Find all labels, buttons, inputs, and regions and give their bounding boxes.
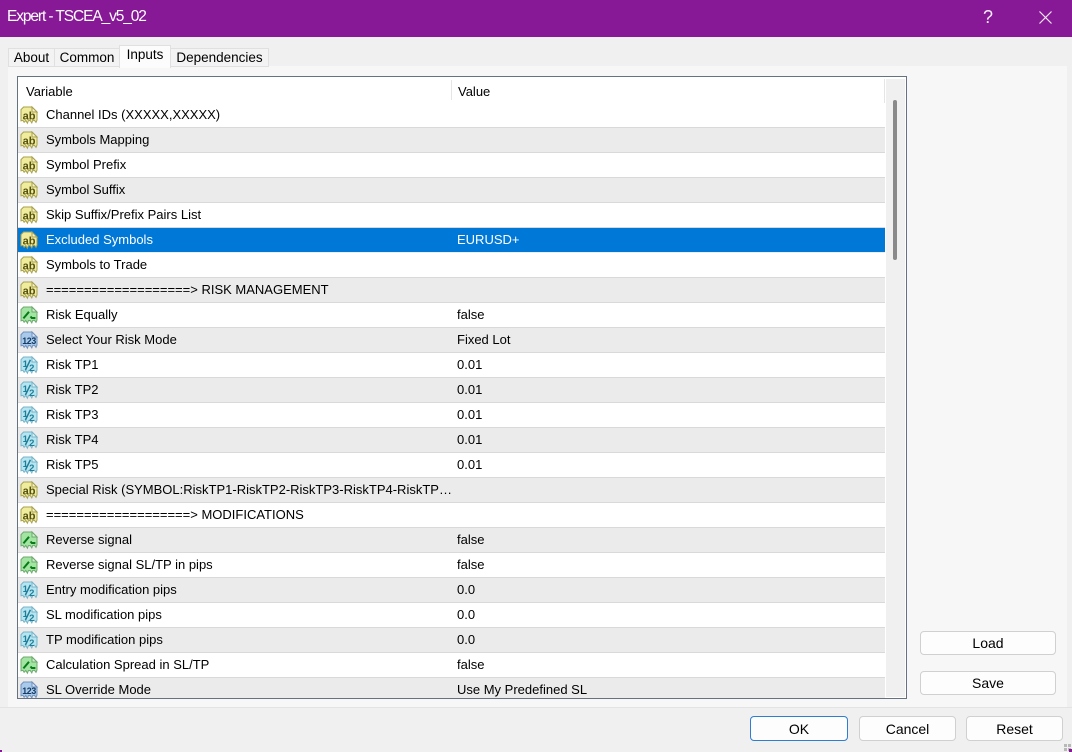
svg-text:ab: ab (23, 110, 36, 122)
svg-text:2: 2 (29, 638, 34, 649)
svg-text:2: 2 (29, 613, 34, 624)
svg-text:ab: ab (23, 285, 36, 297)
svg-text:2: 2 (29, 363, 34, 374)
svg-text:123: 123 (22, 686, 36, 696)
svg-text:ab: ab (23, 135, 36, 147)
svg-text:ab: ab (23, 235, 36, 247)
svg-text:2: 2 (29, 413, 34, 424)
svg-text:2: 2 (29, 463, 34, 474)
svg-text:ab: ab (23, 260, 36, 272)
svg-text:ab: ab (23, 160, 36, 172)
svg-text:123: 123 (22, 336, 36, 346)
svg-text:ab: ab (23, 510, 36, 522)
svg-text:2: 2 (29, 438, 34, 449)
svg-text:ab: ab (23, 485, 36, 497)
svg-text:ab: ab (23, 185, 36, 197)
svg-text:2: 2 (29, 588, 34, 599)
svg-text:2: 2 (29, 388, 34, 399)
svg-text:ab: ab (23, 210, 36, 222)
